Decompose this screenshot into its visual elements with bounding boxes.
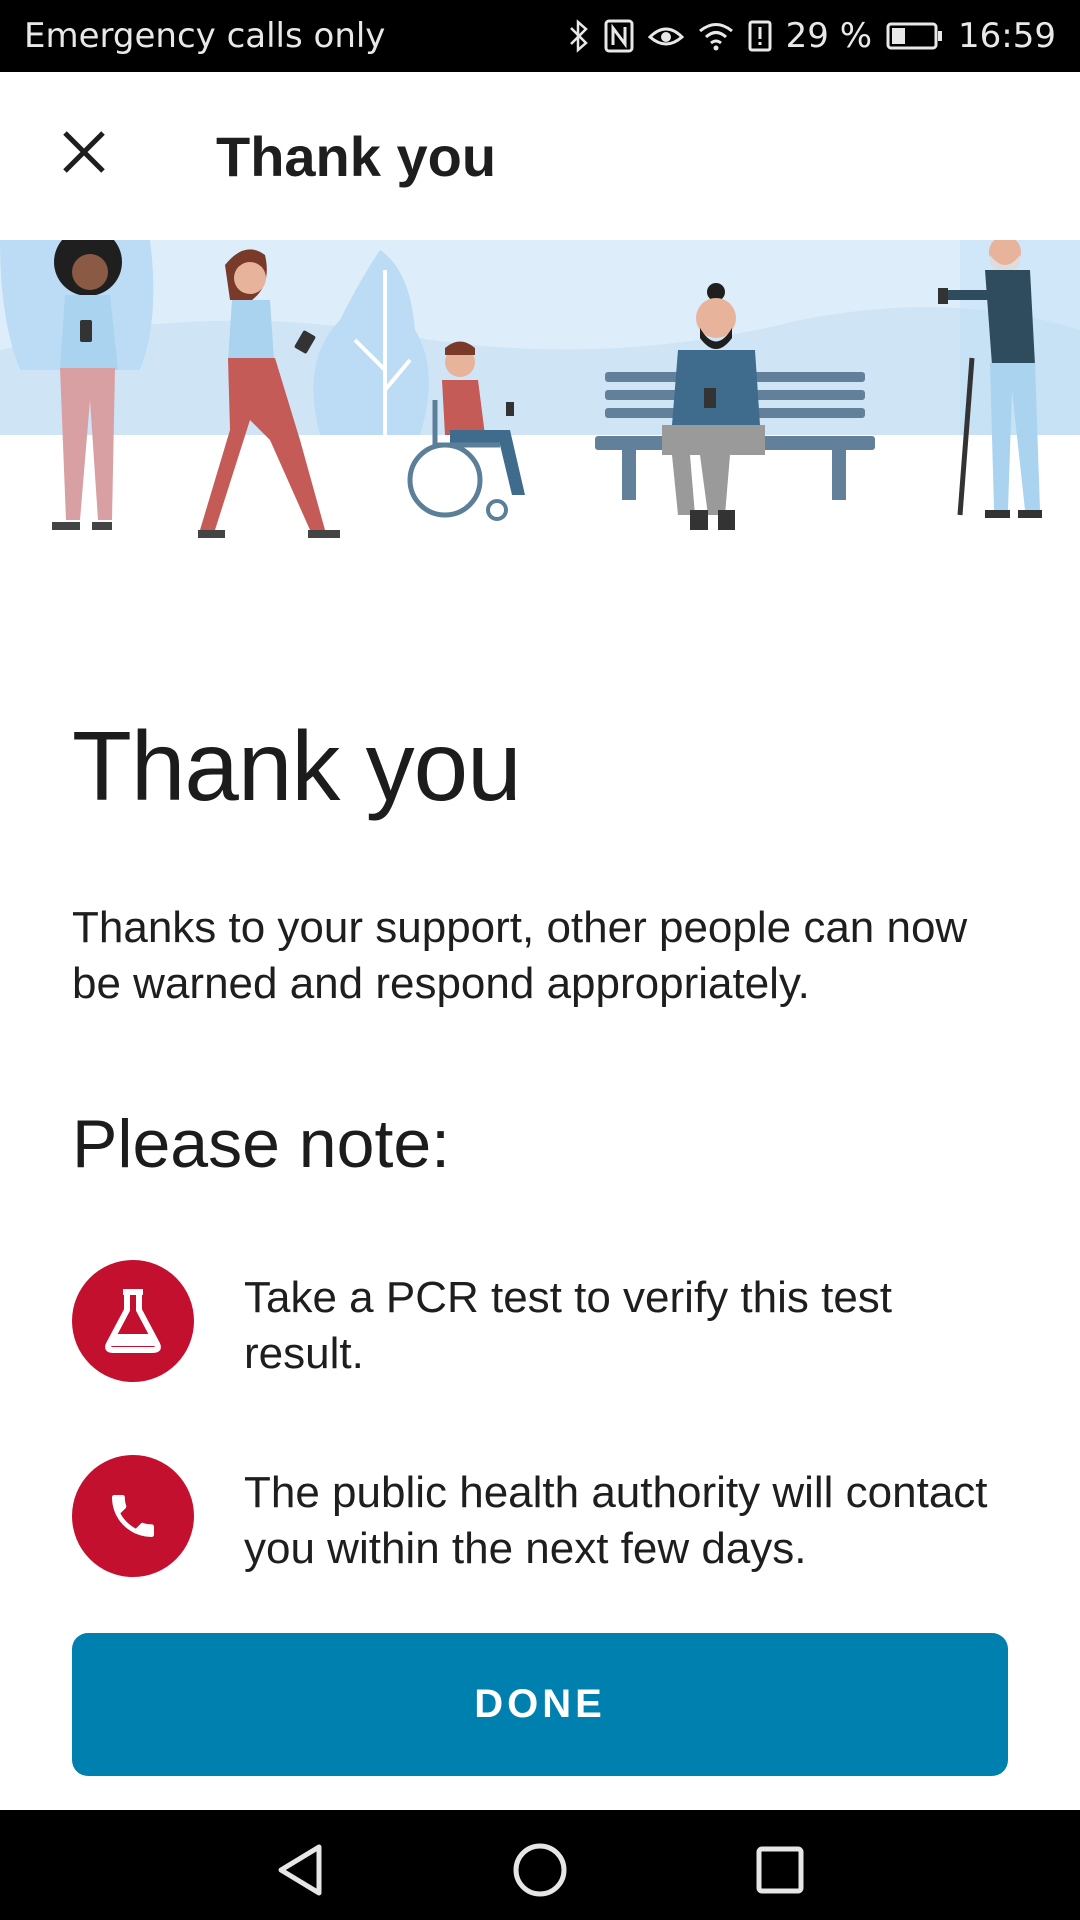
clock: 16:59 <box>958 16 1056 56</box>
app-bar: Thank you <box>0 72 1080 240</box>
status-bar: Emergency calls only 29 % 16:59 <box>0 0 1080 72</box>
alert-icon <box>748 19 772 53</box>
bluetooth-icon <box>568 19 590 53</box>
phone-icon <box>112 1495 154 1537</box>
description-text: Thanks to your support, other people can… <box>72 903 968 1008</box>
close-icon <box>63 131 105 173</box>
nfc-icon <box>604 19 634 53</box>
done-button[interactable]: DONE <box>72 1633 1008 1776</box>
person-standing-phone <box>52 240 122 530</box>
carrier-text: Emergency calls only <box>24 16 386 56</box>
home-icon <box>513 1843 567 1897</box>
page-title: Thank you <box>72 711 522 821</box>
recents-icon <box>756 1846 804 1894</box>
community-illustration <box>0 240 1080 538</box>
close-button[interactable] <box>44 112 124 192</box>
back-button[interactable] <box>270 1840 330 1900</box>
scroll-content[interactable]: Thank you Thanks to your support, other … <box>0 570 1080 1595</box>
battery-icon <box>886 21 944 51</box>
back-icon <box>278 1844 322 1896</box>
home-button[interactable] <box>510 1840 570 1900</box>
eye-comfort-icon <box>647 21 684 51</box>
note-text-health-authority: The public health authority will contact… <box>244 1468 988 1573</box>
flask-icon <box>105 1289 161 1353</box>
status-icons: 29 % 16:59 <box>568 14 1056 58</box>
note-icon-badge <box>72 1260 194 1382</box>
note-text-pcr-test: Take a PCR test to verify this test resu… <box>244 1273 893 1378</box>
note-icon-badge <box>72 1455 194 1577</box>
wifi-icon <box>698 21 734 51</box>
battery-percent: 29 % <box>785 16 873 56</box>
note-heading: Please note: <box>72 1106 451 1182</box>
app-bar-title: Thank you <box>216 125 497 188</box>
recents-button[interactable] <box>750 1840 810 1900</box>
system-navigation-bar <box>0 1810 1080 1920</box>
